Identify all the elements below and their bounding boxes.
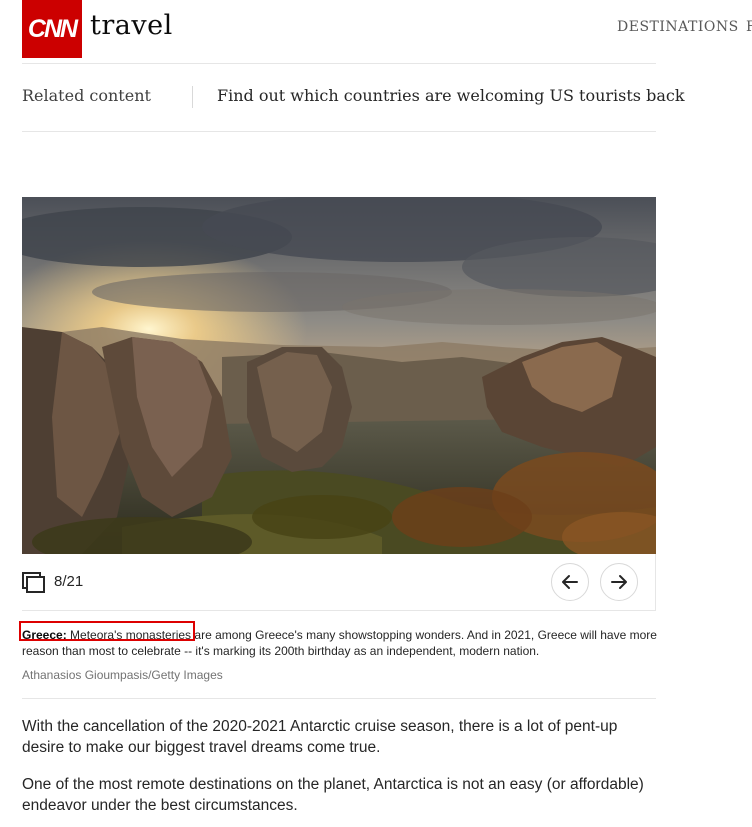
travel-logo-text[interactable]: travel [90, 10, 173, 41]
related-content-label: Related content [22, 86, 151, 105]
divider [22, 63, 656, 64]
divider [192, 86, 193, 108]
divider [22, 698, 656, 699]
arrow-left-icon [562, 575, 578, 589]
article-paragraph: With the cancellation of the 2020-2021 A… [22, 718, 618, 756]
nav-destinations[interactable]: DESTINATIONS [617, 19, 739, 35]
divider [22, 131, 656, 132]
arrow-right-icon [611, 575, 627, 589]
site-header: CNN travel DESTINATIONS F [0, 0, 752, 62]
highlight-box [19, 621, 195, 641]
gallery-controls: 8/21 [22, 554, 656, 611]
cnn-logo[interactable]: CNN [22, 0, 82, 58]
article-paragraph: One of the most remote destinations on t… [22, 776, 644, 814]
next-slide-button[interactable] [600, 563, 638, 601]
meteora-photo [22, 197, 656, 554]
photo-credit: Athanasios Gioumpasis/Getty Images [22, 668, 223, 682]
previous-slide-button[interactable] [551, 563, 589, 601]
gallery-icon [22, 572, 45, 593]
nav-next-item[interactable]: F [746, 19, 752, 35]
gallery-counter: 8/21 [54, 573, 84, 590]
related-content-link[interactable]: Find out which countries are welcoming U… [217, 86, 685, 105]
gallery-image[interactable] [22, 197, 656, 554]
